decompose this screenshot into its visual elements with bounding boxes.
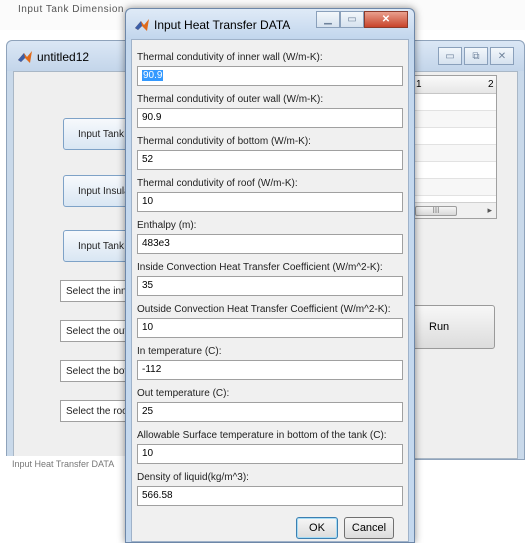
field-density-of-liquid: Density of liquid(kg/m^3): 566.58 [137,472,403,506]
background-text: Input Heat Transfer DATA [12,459,115,469]
selected-text: 90.9 [142,70,164,81]
enthalpy-input[interactable]: 483e3 [137,234,403,254]
field-roof-conductivity: Thermal condutivity of roof (W/m-K): 10 [137,178,403,212]
main-window-title: untitled12 [37,50,90,64]
table-row[interactable] [411,128,496,145]
density-of-liquid-input[interactable]: 566.58 [137,486,403,506]
table-row[interactable] [411,179,496,196]
field-label: Thermal condutivity of outer wall (W/m-K… [137,94,324,105]
allowable-surface-temperature-input[interactable]: 10 [137,444,403,464]
bottom-conductivity-input[interactable]: 52 [137,150,403,170]
table-horizontal-scrollbar[interactable]: III ▸ [411,202,496,218]
matlab-icon [135,19,149,31]
dialog-title-bar[interactable]: Input Heat Transfer DATA ▁ ▭ ✕ [126,9,414,39]
field-label: Density of liquid(kg/m^3): [137,472,249,483]
roof-conductivity-input[interactable]: 10 [137,192,403,212]
cancel-button[interactable]: Cancel [344,517,394,539]
field-label: Thermal condutivity of bottom (W/m-K): [137,136,311,147]
field-label: Outside Convection Heat Transfer Coeffic… [137,304,391,315]
field-label: Inside Convection Heat Transfer Coeffici… [137,262,383,273]
table-header: 1 2 [411,76,496,94]
field-inside-convection: Inside Convection Heat Transfer Coeffici… [137,262,403,296]
scroll-right-arrow-icon[interactable]: ▸ [487,205,492,216]
outside-convection-input[interactable]: 10 [137,318,403,338]
matlab-icon [18,51,32,63]
inner-wall-conductivity-input[interactable]: 90.9 [137,66,403,86]
inside-convection-input[interactable]: 35 [137,276,403,296]
field-label: Allowable Surface temperature in bottom … [137,430,387,441]
table-row[interactable] [411,94,496,111]
out-temperature-input[interactable]: 25 [137,402,403,422]
field-outer-wall-conductivity: Thermal condutivity of outer wall (W/m-K… [137,94,403,128]
table-row[interactable] [411,162,496,179]
scrollbar-thumb[interactable]: III [415,206,457,216]
dialog-maximize-button[interactable]: ▭ [340,11,364,28]
heat-transfer-dialog: Input Heat Transfer DATA ▁ ▭ ✕ Thermal c… [125,8,415,543]
main-minimize-button[interactable]: ▭ [438,47,462,65]
field-label: Out temperature (C): [137,388,230,399]
main-close-button[interactable]: ✕ [490,47,514,65]
background-text: Input Tank Dimension [18,4,124,15]
table-row[interactable] [411,111,496,128]
background-window-fragment: Input Heat Transfer DATA [0,456,130,543]
field-label: Thermal condutivity of inner wall (W/m-K… [137,52,323,63]
field-allowable-surface-temperature: Allowable Surface temperature in bottom … [137,430,403,464]
table-column-header: 2 [488,79,494,90]
field-inner-wall-conductivity: Thermal condutivity of inner wall (W/m-K… [137,52,403,86]
outer-wall-conductivity-input[interactable]: 90.9 [137,108,403,128]
table-row[interactable] [411,145,496,162]
main-maximize-button[interactable]: ⧉ [464,47,488,65]
dialog-close-button[interactable]: ✕ [364,11,408,28]
dialog-client-area: Thermal condutivity of inner wall (W/m-K… [131,39,409,542]
field-bottom-conductivity: Thermal condutivity of bottom (W/m-K): 5… [137,136,403,170]
field-label: Enthalpy (m): [137,220,197,231]
in-temperature-input[interactable]: -112 [137,360,403,380]
dialog-title: Input Heat Transfer DATA [154,18,291,32]
dialog-minimize-button[interactable]: ▁ [316,11,340,28]
field-in-temperature: In temperature (C): -112 [137,346,403,380]
field-label: Thermal condutivity of roof (W/m-K): [137,178,298,189]
table-column-header: 1 [416,79,422,90]
field-out-temperature: Out temperature (C): 25 [137,388,403,422]
ok-button[interactable]: OK [296,517,338,539]
field-enthalpy: Enthalpy (m): 483e3 [137,220,403,254]
field-outside-convection: Outside Convection Heat Transfer Coeffic… [137,304,403,338]
field-label: In temperature (C): [137,346,222,357]
data-table[interactable]: 1 2 III ▸ [410,75,497,219]
